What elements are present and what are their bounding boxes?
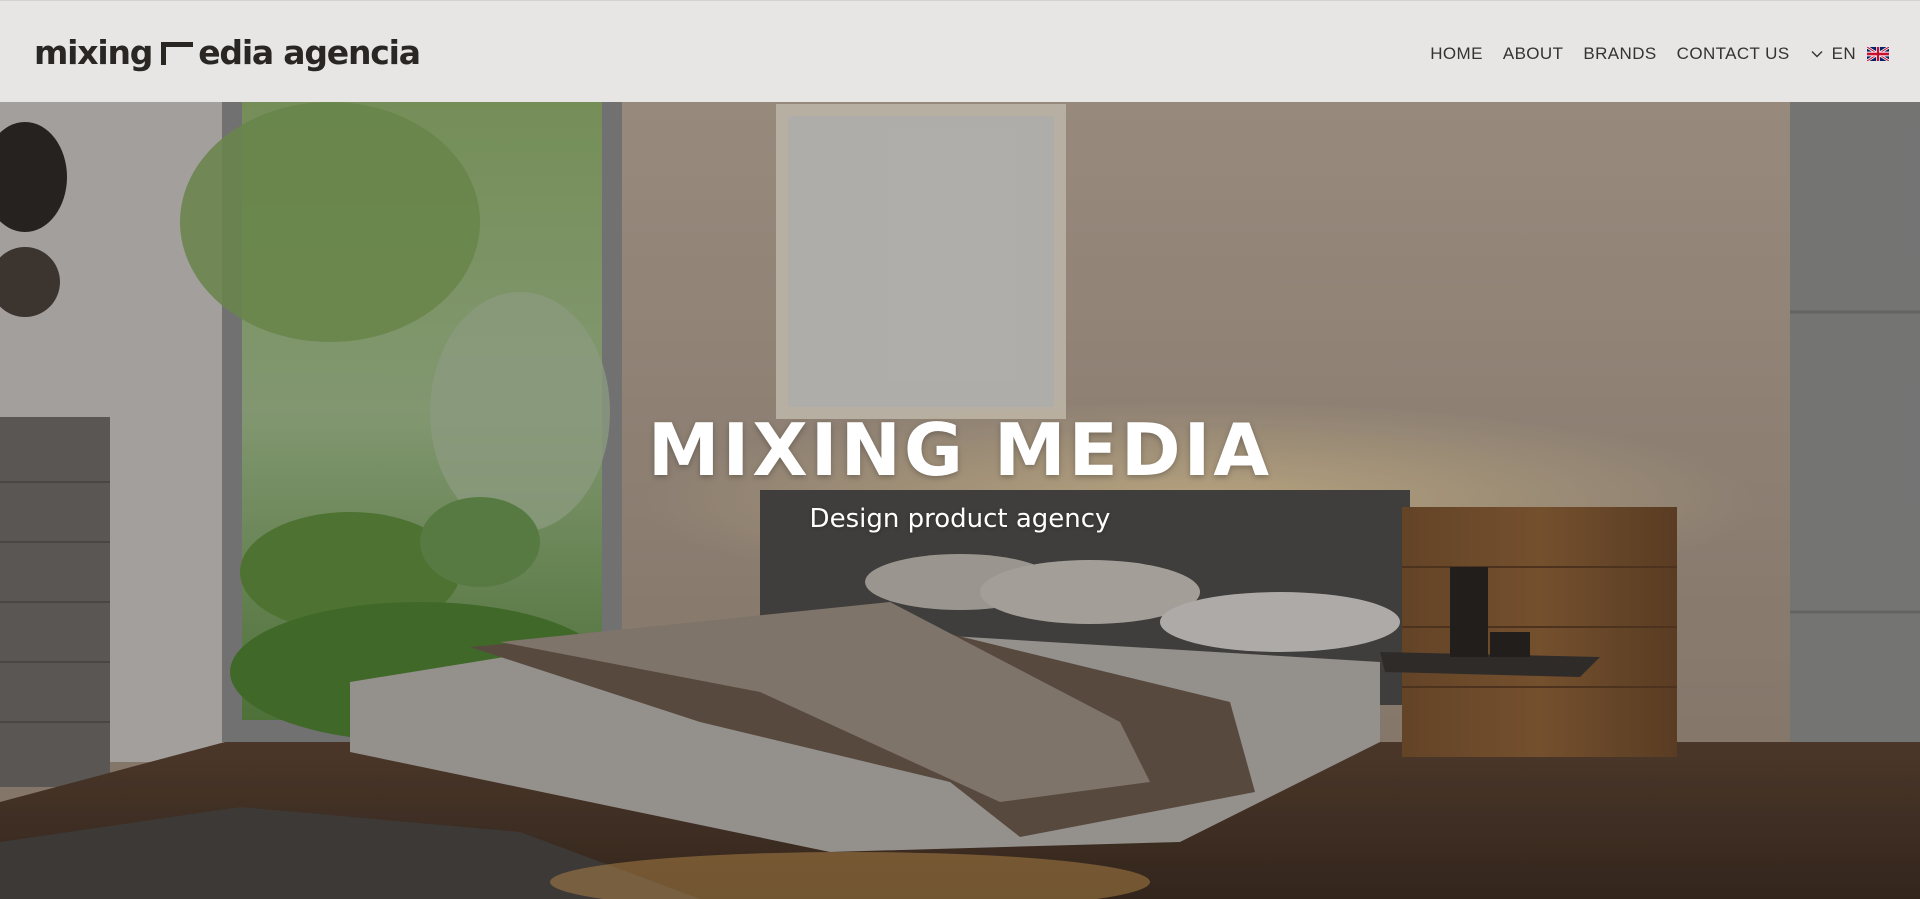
language-code: EN <box>1831 44 1856 63</box>
nav-about[interactable]: ABOUT <box>1503 44 1564 64</box>
hero-section: MIXING MEDIA Design product agency <box>0 102 1920 899</box>
language-switcher[interactable]: EN <box>1811 44 1889 64</box>
nav-home[interactable]: HOME <box>1430 44 1483 64</box>
logo-text-right: edia agencia <box>198 32 421 72</box>
nav-contact-us[interactable]: CONTACT US <box>1677 44 1790 64</box>
main-nav: HOME ABOUT BRANDS CONTACT US EN <box>1430 39 1889 69</box>
chevron-down-icon <box>1811 51 1823 58</box>
site-logo[interactable]: mixing edia agencia <box>34 32 421 72</box>
nav-brands[interactable]: BRANDS <box>1583 44 1656 64</box>
site-header: mixing edia agencia HOME ABOUT BRANDS CO… <box>0 0 1920 102</box>
logo-mark-icon <box>161 41 194 65</box>
uk-flag-icon <box>1867 47 1889 61</box>
logo-text-left: mixing <box>34 32 153 72</box>
hero-title: MIXING MEDIA <box>647 408 1273 492</box>
hero-dark-overlay <box>0 102 1920 899</box>
hero-subtitle: Design product agency <box>809 504 1111 534</box>
